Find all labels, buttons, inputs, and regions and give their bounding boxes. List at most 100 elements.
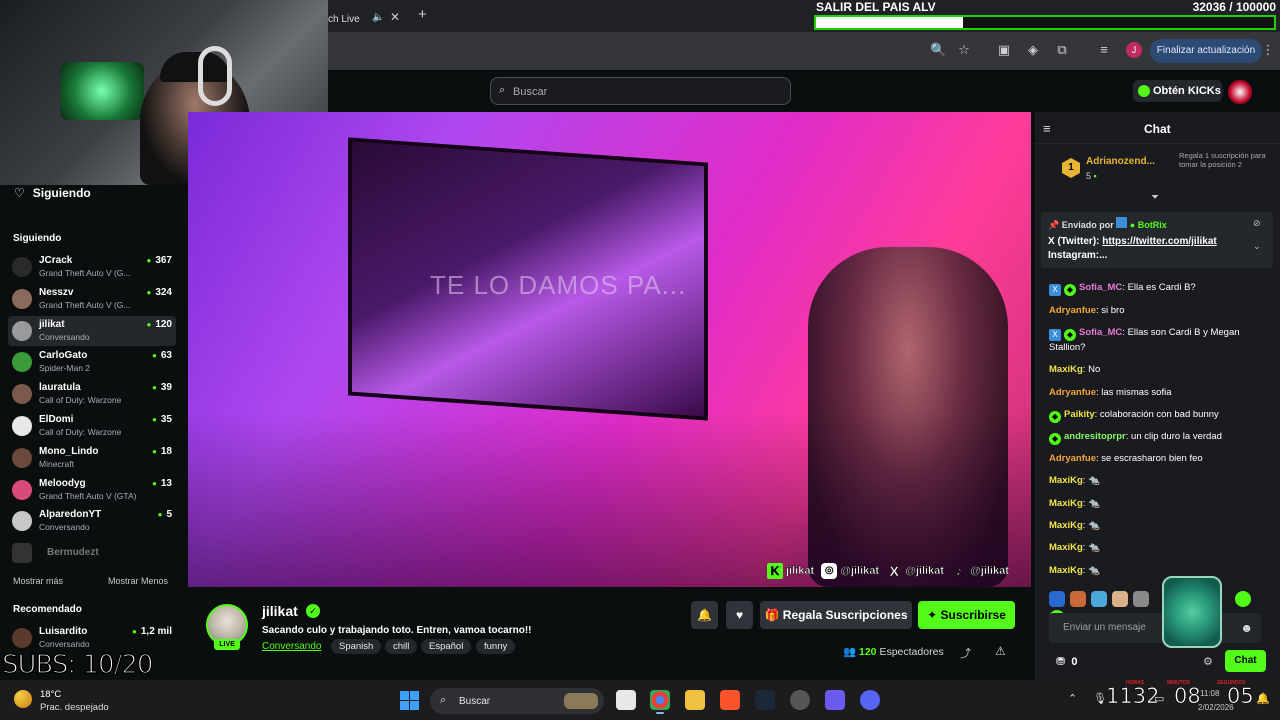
chat-username[interactable]: MaxiKg (1049, 364, 1083, 375)
report-icon[interactable]: ⚠ (995, 644, 1006, 658)
tag-funny[interactable]: funny (476, 639, 516, 654)
tag-espanol[interactable]: Español (421, 639, 472, 654)
unpin-icon[interactable]: ⊘ (1253, 218, 1261, 229)
chat-username[interactable]: MaxiKg (1049, 520, 1083, 531)
network-icon[interactable]: ▭ (1154, 692, 1164, 705)
chat-username[interactable]: Adryanfue (1049, 453, 1096, 464)
close-icon[interactable]: ✕ (390, 10, 400, 24)
emote[interactable] (1070, 591, 1086, 607)
share-icon[interactable]: ⤴ (960, 645, 971, 661)
top-gifter-banner: 1 Adrianozend... 5 ▪ Regala 1 suscripció… (1035, 146, 1280, 190)
sidebar-item-mono_lindo[interactable]: Mono_LindoMinecraft 18 (8, 443, 176, 473)
users-icon: 👥 (843, 646, 857, 658)
chat-username[interactable]: MaxiKg (1049, 542, 1083, 553)
tray-expand-icon[interactable]: ⌃ (1068, 692, 1077, 705)
user-avatar[interactable] (1228, 80, 1252, 104)
subscribe-button[interactable]: ✦ Suscribirse (918, 601, 1015, 629)
weather-temp[interactable]: 18°C (40, 689, 61, 700)
chat-username[interactable]: MaxiKg (1049, 565, 1083, 576)
more-icon[interactable]: ⋮ (1260, 42, 1276, 58)
speaker-icon[interactable]: 🔈 (372, 12, 384, 23)
sidebar-item-eldomi[interactable]: ElDomi Call of Duty: Warzone 35 (8, 411, 176, 441)
search-input[interactable]: ⌕ Buscar (490, 77, 791, 105)
show-more-link[interactable]: Mostrar más (13, 576, 63, 586)
chrome-icon[interactable] (650, 690, 670, 714)
chat-input[interactable]: Enviar un mensaje ☻ (1049, 613, 1261, 643)
reader-icon[interactable]: ▣ (996, 42, 1012, 58)
weather-icon[interactable] (14, 690, 32, 708)
weather-description[interactable]: Prac. despejado (40, 702, 109, 713)
collapse-chat-icon[interactable]: ≡ (1043, 121, 1051, 136)
steam-icon[interactable] (755, 690, 775, 710)
windows-start-icon[interactable] (400, 691, 419, 710)
kick-coin-icon (1138, 85, 1150, 97)
profile-avatar[interactable]: J (1126, 42, 1142, 58)
recommended-section-title: Recomendado (13, 604, 82, 615)
puzzle-icon[interactable]: ⧉ (1054, 42, 1070, 58)
chat-username[interactable]: andresitoprpr (1064, 431, 1126, 442)
following-header[interactable]: ♡ Siguiendo (14, 186, 91, 200)
chat-username[interactable]: Adryanfue (1049, 387, 1096, 398)
recommended-item-luisardito[interactable]: Luisardito Conversando 1,2 mil (8, 623, 176, 653)
app-icon[interactable] (825, 690, 845, 710)
app-icon[interactable] (790, 690, 810, 710)
sidebar-item-offline[interactable]: Bermudezt (8, 538, 176, 568)
top-gifter-count: 5 ▪ (1086, 171, 1097, 181)
task-view-icon[interactable] (616, 690, 636, 710)
taskbar-search[interactable]: ⌕ Buscar (430, 688, 604, 714)
sidebar-item-meloodyg[interactable]: MeloodygGrand Theft Auto V (GTA) 13 (8, 475, 176, 505)
sidebar-item-nesszv[interactable]: NesszvGrand Theft Auto V (G... 324 (8, 284, 176, 314)
chat-message: X ◆ Sofia_MC: Ella es Cardi B? (1049, 281, 1275, 296)
chat-username[interactable]: Sofia_MC (1079, 282, 1122, 293)
notification-bell-icon[interactable]: 🔔 (1256, 692, 1270, 705)
chat-settings-icon[interactable]: ⚙ (1203, 655, 1213, 668)
chat-username[interactable]: Paikity (1064, 409, 1095, 420)
sidebar-item-carlogato[interactable]: CarloGatoSpider-Man 2 63 (8, 347, 176, 377)
get-kicks-button[interactable]: Obtén KICKs (1133, 80, 1222, 102)
emote[interactable] (1091, 591, 1107, 607)
sidebar-item-lauratula[interactable]: lauratulaCall of Duty: Warzone 39 (8, 379, 176, 409)
chat-username[interactable]: MaxiKg (1049, 498, 1083, 509)
tag-spanish[interactable]: Spanish (331, 639, 382, 654)
sidebar-item-jilikat[interactable]: jilikatConversando 120 (8, 315, 176, 346)
notification-bell-button[interactable]: 🔔 (691, 601, 718, 629)
gift-subs-button[interactable]: 🎁 Regala Suscripciones (760, 601, 912, 629)
chat-text: si bro (1101, 305, 1125, 316)
category-link[interactable]: Conversando (262, 641, 321, 652)
zoom-icon[interactable]: 🔍 (930, 42, 946, 58)
file-explorer-icon[interactable] (685, 690, 705, 710)
discord-icon[interactable] (860, 690, 880, 710)
mic-icon[interactable]: 🎙 (1093, 692, 1107, 705)
chat-message: Adryanfue: las mismas sofia (1049, 387, 1172, 398)
chat-username[interactable]: Adryanfue (1049, 305, 1096, 316)
top-gifter-name[interactable]: Adrianozend... (1086, 156, 1155, 167)
browser-tab[interactable]: ch Live 🔈 ✕ (328, 2, 408, 30)
sidebar-item-jcrack[interactable]: JCrack Grand Theft Auto V (G... 367 (8, 252, 176, 282)
channel-points[interactable]: ⛃ 0 (1056, 655, 1077, 668)
brave-icon[interactable] (720, 690, 740, 710)
update-button[interactable]: Finalizar actualización (1150, 39, 1262, 63)
twitter-badge-icon: X (1049, 284, 1061, 296)
emote[interactable] (1133, 591, 1149, 607)
twitter-link[interactable]: https://twitter.com/jilikat (1102, 236, 1216, 247)
send-chat-button[interactable]: Chat (1225, 650, 1266, 672)
show-less-link[interactable]: Mostrar Menos (108, 576, 168, 586)
emoji-icon[interactable]: ☻ (1240, 621, 1253, 635)
chat-username[interactable]: Sofia_MC (1079, 327, 1122, 338)
tag-chill[interactable]: chill (385, 639, 418, 654)
follow-heart-button[interactable]: ♥ (726, 601, 753, 629)
media-icon[interactable]: ≡ (1096, 42, 1112, 58)
video-player[interactable]: TE LO DAMOS PA... (188, 112, 1031, 587)
streamer-name[interactable]: jilikat (262, 603, 298, 619)
chat-filter-icon[interactable]: ⏷ (1151, 192, 1159, 203)
emote[interactable] (1235, 591, 1252, 607)
clock-time[interactable]: 11:08 (1200, 689, 1219, 698)
extension-icon[interactable]: ◈ (1025, 42, 1041, 58)
emote[interactable] (1049, 591, 1065, 607)
emote[interactable] (1112, 591, 1128, 607)
chat-username[interactable]: MaxiKg (1049, 475, 1083, 486)
expand-pinned-icon[interactable]: ⌄ (1253, 241, 1261, 252)
bookmark-star-icon[interactable]: ☆ (956, 42, 972, 58)
new-tab-icon[interactable]: + (418, 6, 427, 23)
sidebar-item-alparedonyt[interactable]: AlparedonYTConversando 5 (8, 506, 176, 536)
